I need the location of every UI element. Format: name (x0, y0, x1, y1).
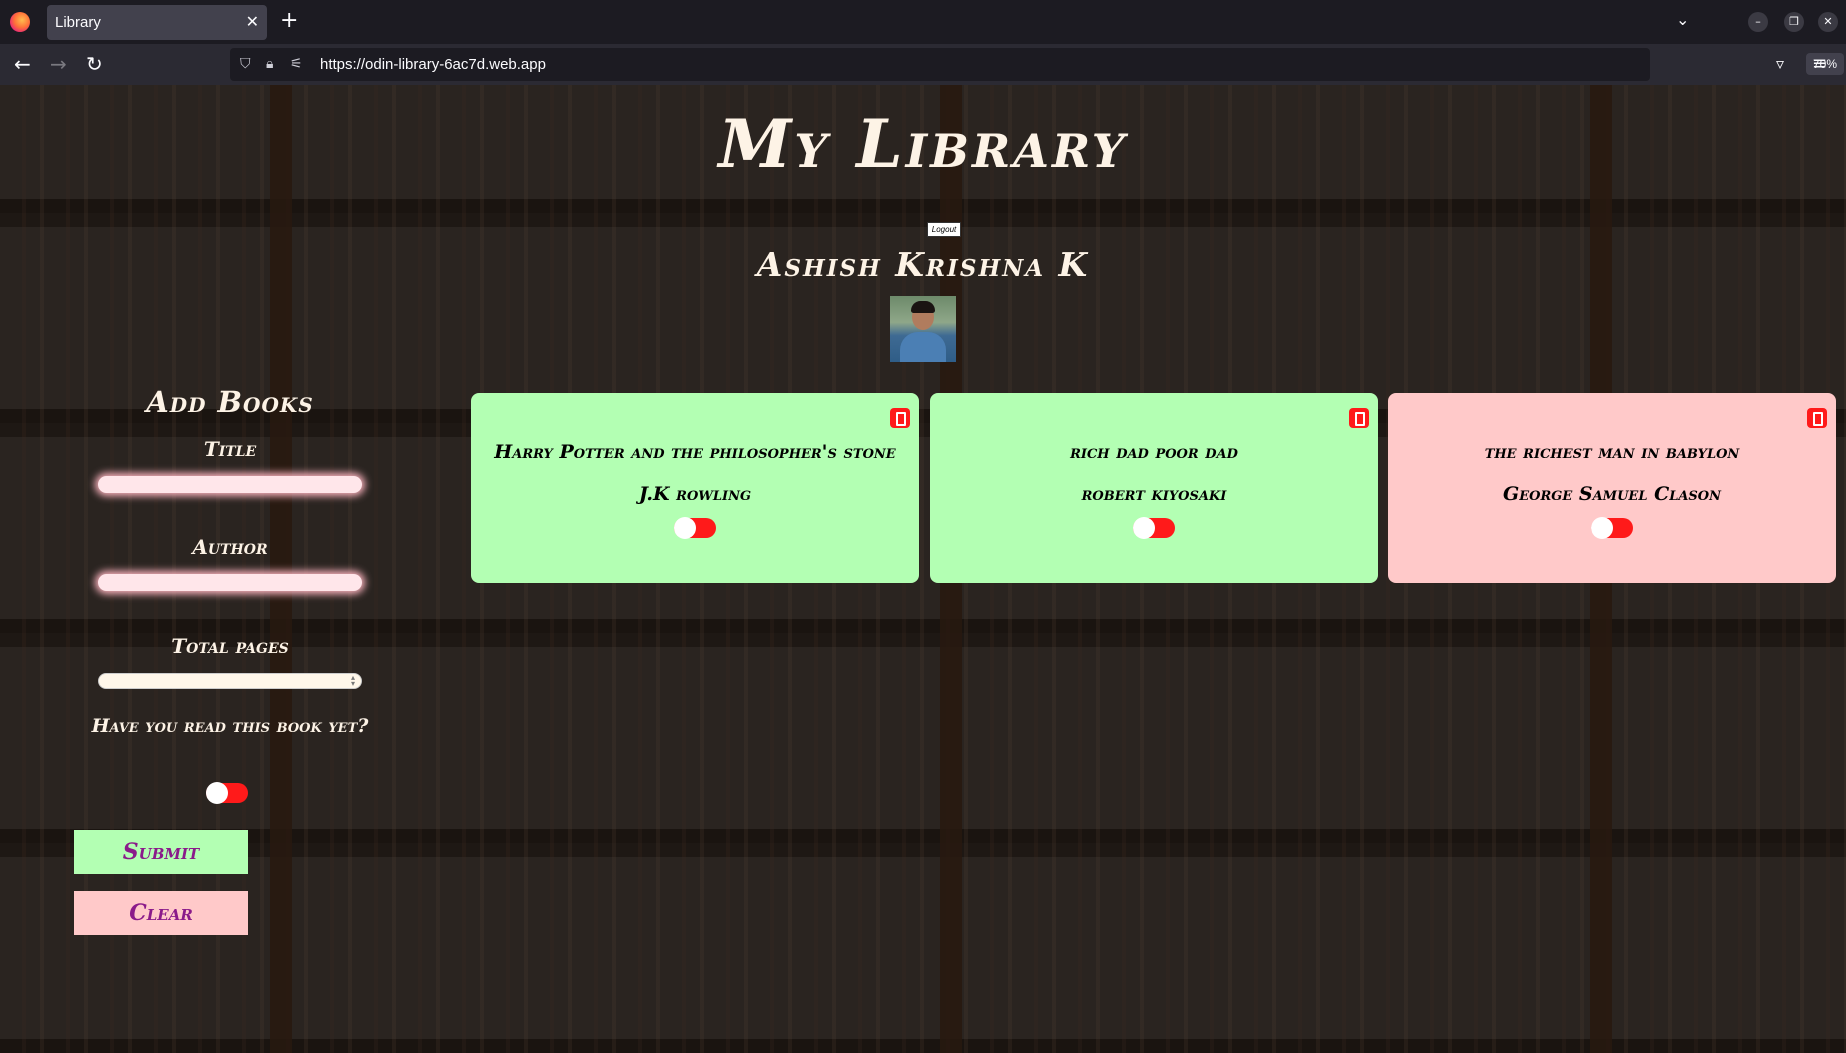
new-tab-button[interactable]: + (280, 8, 298, 33)
list-all-tabs-chevron-icon[interactable]: ⌄ (1676, 10, 1689, 29)
lock-icon[interactable]: 🔒︎ (266, 56, 273, 72)
bookshelf-post (270, 85, 292, 1053)
read-status-label: Have you read this book yet? (91, 715, 369, 737)
delete-book-trash-icon[interactable] (1349, 408, 1369, 428)
delete-book-trash-icon[interactable] (890, 408, 910, 428)
number-spinner-icon[interactable]: ▴ ▾ (351, 674, 355, 688)
forward-arrow-icon[interactable]: → (50, 52, 67, 76)
address-bar[interactable]: ⛉ 🔒︎ ⚟ https://odin-library-6ac7d.web.ap… (230, 48, 1844, 81)
book-author: J.K rowling (638, 483, 752, 505)
reload-icon[interactable]: ↻ (86, 52, 103, 76)
book-author: George Samuel Clason (1502, 483, 1722, 505)
delete-book-trash-icon[interactable] (1807, 408, 1827, 428)
book-card: rich dad poor dad robert kiyosaki (930, 393, 1378, 583)
firefox-logo-icon (10, 12, 30, 32)
book-read-toggle[interactable] (674, 517, 716, 539)
user-name: Ashish Krishna K (756, 245, 1090, 284)
toggle-knob (1591, 517, 1613, 539)
book-author: robert kiyosaki (1081, 483, 1227, 505)
book-card: Harry Potter and the philosopher's stone… (471, 393, 919, 583)
tab-library[interactable]: Library ✕ (47, 5, 267, 40)
shield-icon[interactable]: ⛉ (240, 56, 251, 72)
book-read-toggle[interactable] (1133, 517, 1175, 539)
read-status-toggle[interactable] (206, 782, 248, 804)
tab-close-icon[interactable]: ✕ (246, 12, 259, 31)
navigation-toolbar: ← → ↻ ⛉ 🔒︎ ⚟ https://odin-library-6ac7d.… (0, 44, 1846, 85)
logout-button[interactable]: Logout (927, 222, 961, 237)
url-text[interactable]: https://odin-library-6ac7d.web.app (320, 56, 546, 73)
author-input[interactable] (98, 574, 362, 591)
toggle-knob (1133, 517, 1155, 539)
hamburger-menu-icon[interactable]: ≡ (1812, 52, 1827, 76)
restore-window-icon[interactable]: ❐ (1784, 12, 1804, 32)
close-window-icon[interactable]: ✕ (1818, 12, 1838, 32)
title-label: Title (203, 437, 257, 461)
pocket-icon[interactable]: ▿ (1776, 52, 1784, 76)
permissions-icon[interactable]: ⚟ (290, 56, 303, 72)
user-avatar (890, 296, 956, 362)
submit-button[interactable]: Submit (74, 830, 248, 874)
toggle-knob (206, 782, 228, 804)
back-arrow-icon[interactable]: ← (14, 52, 31, 76)
book-card: the richest man in babylon George Samuel… (1388, 393, 1836, 583)
page-viewport: My Library Logout Ashish Krishna K Add B… (0, 85, 1846, 1053)
book-read-toggle[interactable] (1591, 517, 1633, 539)
total-pages-input[interactable]: ▴ ▾ (98, 673, 362, 689)
browser-tab-bar: Library ✕ + ⌄ – ❐ ✕ (0, 0, 1846, 44)
tab-title: Library (55, 14, 101, 31)
page-title: My Library (718, 105, 1128, 183)
author-label: Author (192, 535, 268, 559)
title-input[interactable] (98, 476, 362, 493)
book-title: the richest man in babylon (1484, 441, 1740, 463)
clear-button[interactable]: Clear (74, 891, 248, 935)
form-heading: Add Books (146, 385, 314, 419)
total-pages-label: Total pages (171, 634, 289, 658)
book-title: rich dad poor dad (1070, 441, 1238, 463)
toggle-knob (674, 517, 696, 539)
book-title: Harry Potter and the philosopher's stone (494, 441, 896, 463)
minimize-window-icon[interactable]: – (1748, 12, 1768, 32)
